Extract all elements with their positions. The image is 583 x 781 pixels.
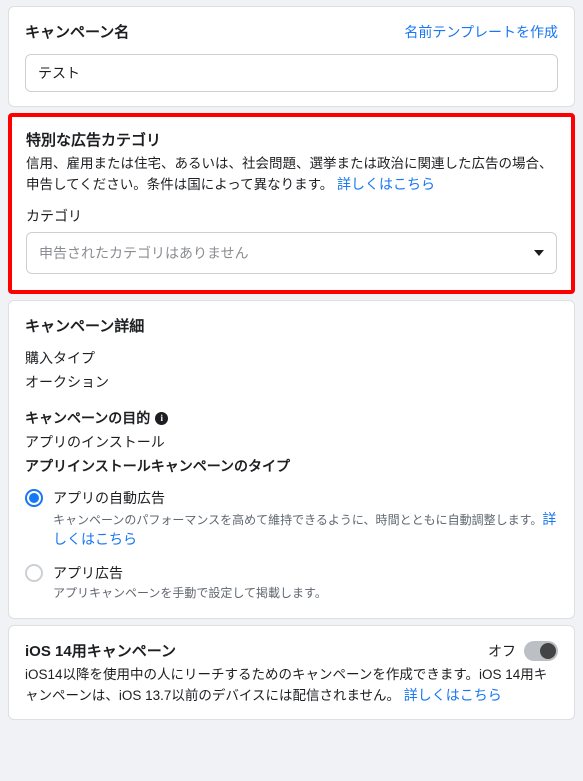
radio-manual-help: アプリキャンペーンを手動で設定して掲載します。 — [53, 585, 558, 602]
buy-type-label: 購入タイプ — [25, 348, 558, 368]
category-label: カテゴリ — [26, 206, 557, 226]
create-name-template-link[interactable]: 名前テンプレートを作成 — [404, 22, 558, 42]
radio-auto-help: キャンペーンのパフォーマンスを高めて維持できるように、時間とともに自動調整します… — [53, 510, 558, 549]
ios14-toggle[interactable] — [524, 641, 558, 661]
ios14-toggle-state: オフ — [488, 641, 516, 661]
radio-option-auto[interactable]: アプリの自動広告 キャンペーンのパフォーマンスを高めて維持できるように、時間とと… — [25, 488, 558, 549]
campaign-name-card: キャンペーン名 名前テンプレートを作成 — [8, 6, 575, 107]
campaign-details-title: キャンペーン詳細 — [25, 315, 558, 336]
radio-manual[interactable] — [25, 564, 43, 582]
info-icon[interactable]: i — [155, 412, 168, 425]
radio-option-manual[interactable]: アプリ広告 アプリキャンペーンを手動で設定して掲載します。 — [25, 563, 558, 602]
radio-auto-label: アプリの自動広告 — [53, 488, 558, 508]
radio-auto[interactable] — [25, 489, 43, 507]
ios14-campaign-card: iOS 14用キャンペーン オフ iOS14以降を使用中の人にリーチするためのキ… — [8, 625, 575, 720]
caret-down-icon — [534, 250, 544, 256]
special-category-title: 特別な広告カテゴリ — [26, 129, 557, 150]
radio-manual-label: アプリ広告 — [53, 563, 558, 583]
campaign-name-input[interactable] — [25, 54, 558, 92]
special-category-desc: 信用、雇用または住宅、あるいは、社会問題、選挙または政治に関連した広告の場合、申… — [26, 154, 557, 194]
ios14-desc: iOS14以降を使用中の人にリーチするためのキャンペーンを作成できます。iOS … — [25, 665, 558, 705]
campaign-name-title: キャンペーン名 — [25, 21, 129, 42]
category-select[interactable]: 申告されたカテゴリはありません — [26, 232, 557, 274]
install-type-label: アプリインストールキャンペーンのタイプ — [25, 456, 558, 476]
special-category-desc-text: 信用、雇用または住宅、あるいは、社会問題、選挙または政治に関連した広告の場合、申… — [26, 156, 553, 192]
objective-value: アプリのインストール — [25, 432, 558, 452]
ios14-title: iOS 14用キャンペーン — [25, 640, 476, 661]
campaign-details-card: キャンペーン詳細 購入タイプ オークション キャンペーンの目的 i アプリのイン… — [8, 300, 575, 619]
special-ad-category-card: 特別な広告カテゴリ 信用、雇用または住宅、あるいは、社会問題、選挙または政治に関… — [8, 113, 575, 294]
objective-label: キャンペーンの目的 i — [25, 408, 558, 428]
buy-type-value: オークション — [25, 372, 558, 392]
category-select-placeholder: 申告されたカテゴリはありません — [39, 243, 249, 263]
special-category-learn-more-link[interactable]: 詳しくはこちら — [337, 176, 435, 192]
ios14-learn-more-link[interactable]: 詳しくはこちら — [404, 687, 502, 703]
